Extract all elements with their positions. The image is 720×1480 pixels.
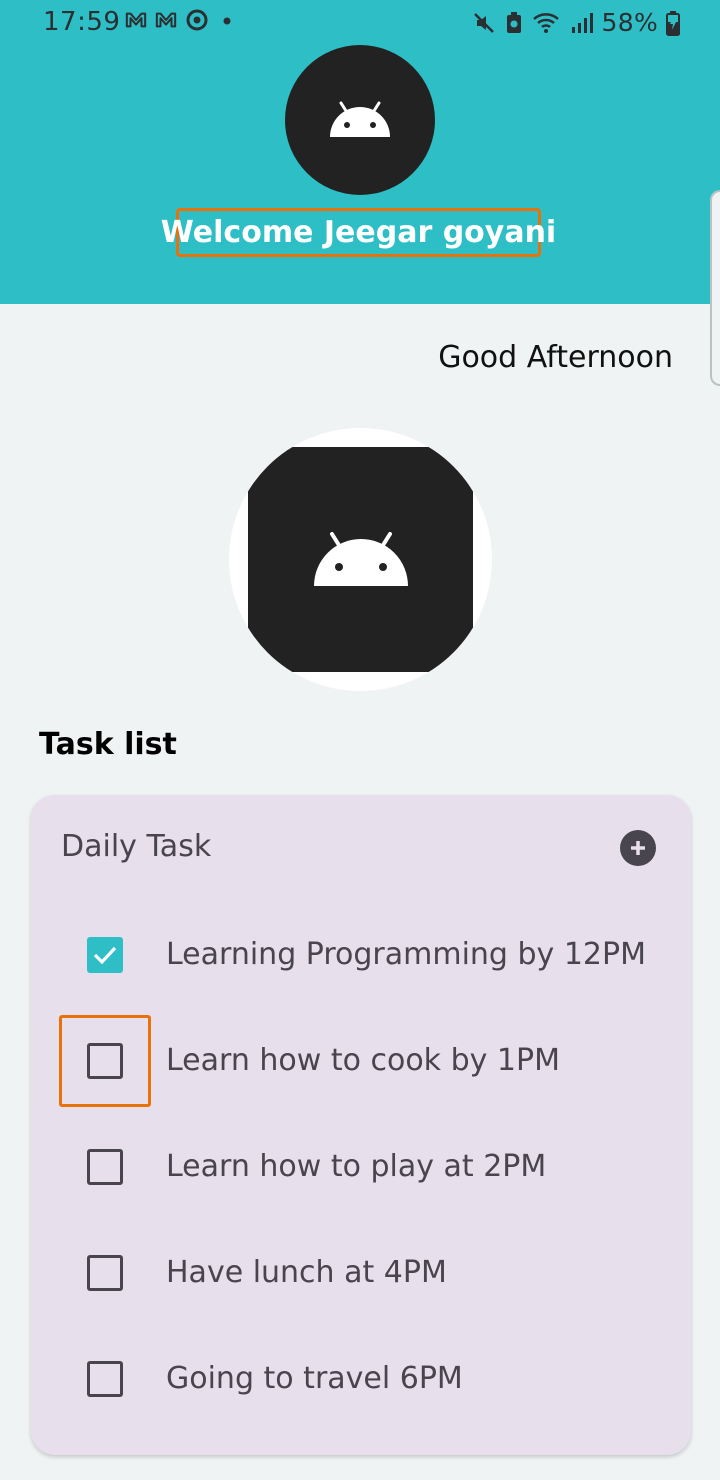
gmail-icon [125,12,147,28]
add-icon [631,841,645,855]
task-row: Learn how to play at 2PM [31,1121,691,1211]
task-checkbox[interactable] [59,1333,151,1425]
android-icon [330,101,390,137]
task-row: Have lunch at 4PM [31,1227,691,1317]
task-checkbox[interactable] [59,1015,151,1107]
sync-icon [186,9,208,31]
mute-icon [473,12,494,33]
welcome-text: Welcome Jeegar goyani [160,215,557,250]
task-label: Learn how to play at 2PM [166,1149,547,1184]
task-label: Learning Programming by 12PM [166,937,646,972]
battery-saver-icon [506,11,521,33]
task-row: Learn how to cook by 1PM [31,1015,691,1107]
task-row: Learning Programming by 12PM [31,909,691,999]
task-checkbox[interactable] [59,1121,151,1213]
task-checkbox[interactable] [59,909,151,1001]
header-avatar[interactable] [285,45,435,195]
notification-icons [125,8,237,32]
signal-icon [571,12,593,33]
task-label: Learn how to cook by 1PM [166,1043,560,1078]
task-label: Have lunch at 4PM [166,1255,447,1290]
task-list-heading: Task list [39,727,177,762]
android-icon [313,531,408,586]
wifi-icon [532,12,559,33]
battery-charging-icon [666,10,680,36]
checkbox-unchecked [87,1149,123,1185]
daily-task-card: Daily Task Learning Programming by 12PM … [31,795,691,1455]
app-header: 17:59 58% Welcome Jeegar goyani [0,0,720,304]
greeting-text: Good Afternoon [438,340,673,375]
checkbox-unchecked [87,1043,123,1079]
profile-image-frame [248,447,473,672]
battery-level: 58% [601,8,658,37]
card-title: Daily Task [61,829,212,864]
check-icon [93,946,117,965]
add-task-button[interactable] [620,830,656,866]
welcome-banner[interactable]: Welcome Jeegar goyani [161,208,556,257]
checkbox-checked [87,937,123,973]
status-bar: 17:59 58% [0,0,720,44]
task-label: Going to travel 6PM [166,1361,463,1396]
checkbox-unchecked [87,1361,123,1397]
checkbox-unchecked [87,1255,123,1291]
task-checkbox[interactable] [59,1227,151,1319]
task-row: Going to travel 6PM [31,1333,691,1423]
dot-icon [223,17,231,25]
edge-panel-handle[interactable] [710,190,720,386]
system-icons: 58% [472,8,680,37]
profile-image [229,428,492,691]
status-time: 17:59 [43,7,121,37]
gmail-icon [155,12,177,28]
